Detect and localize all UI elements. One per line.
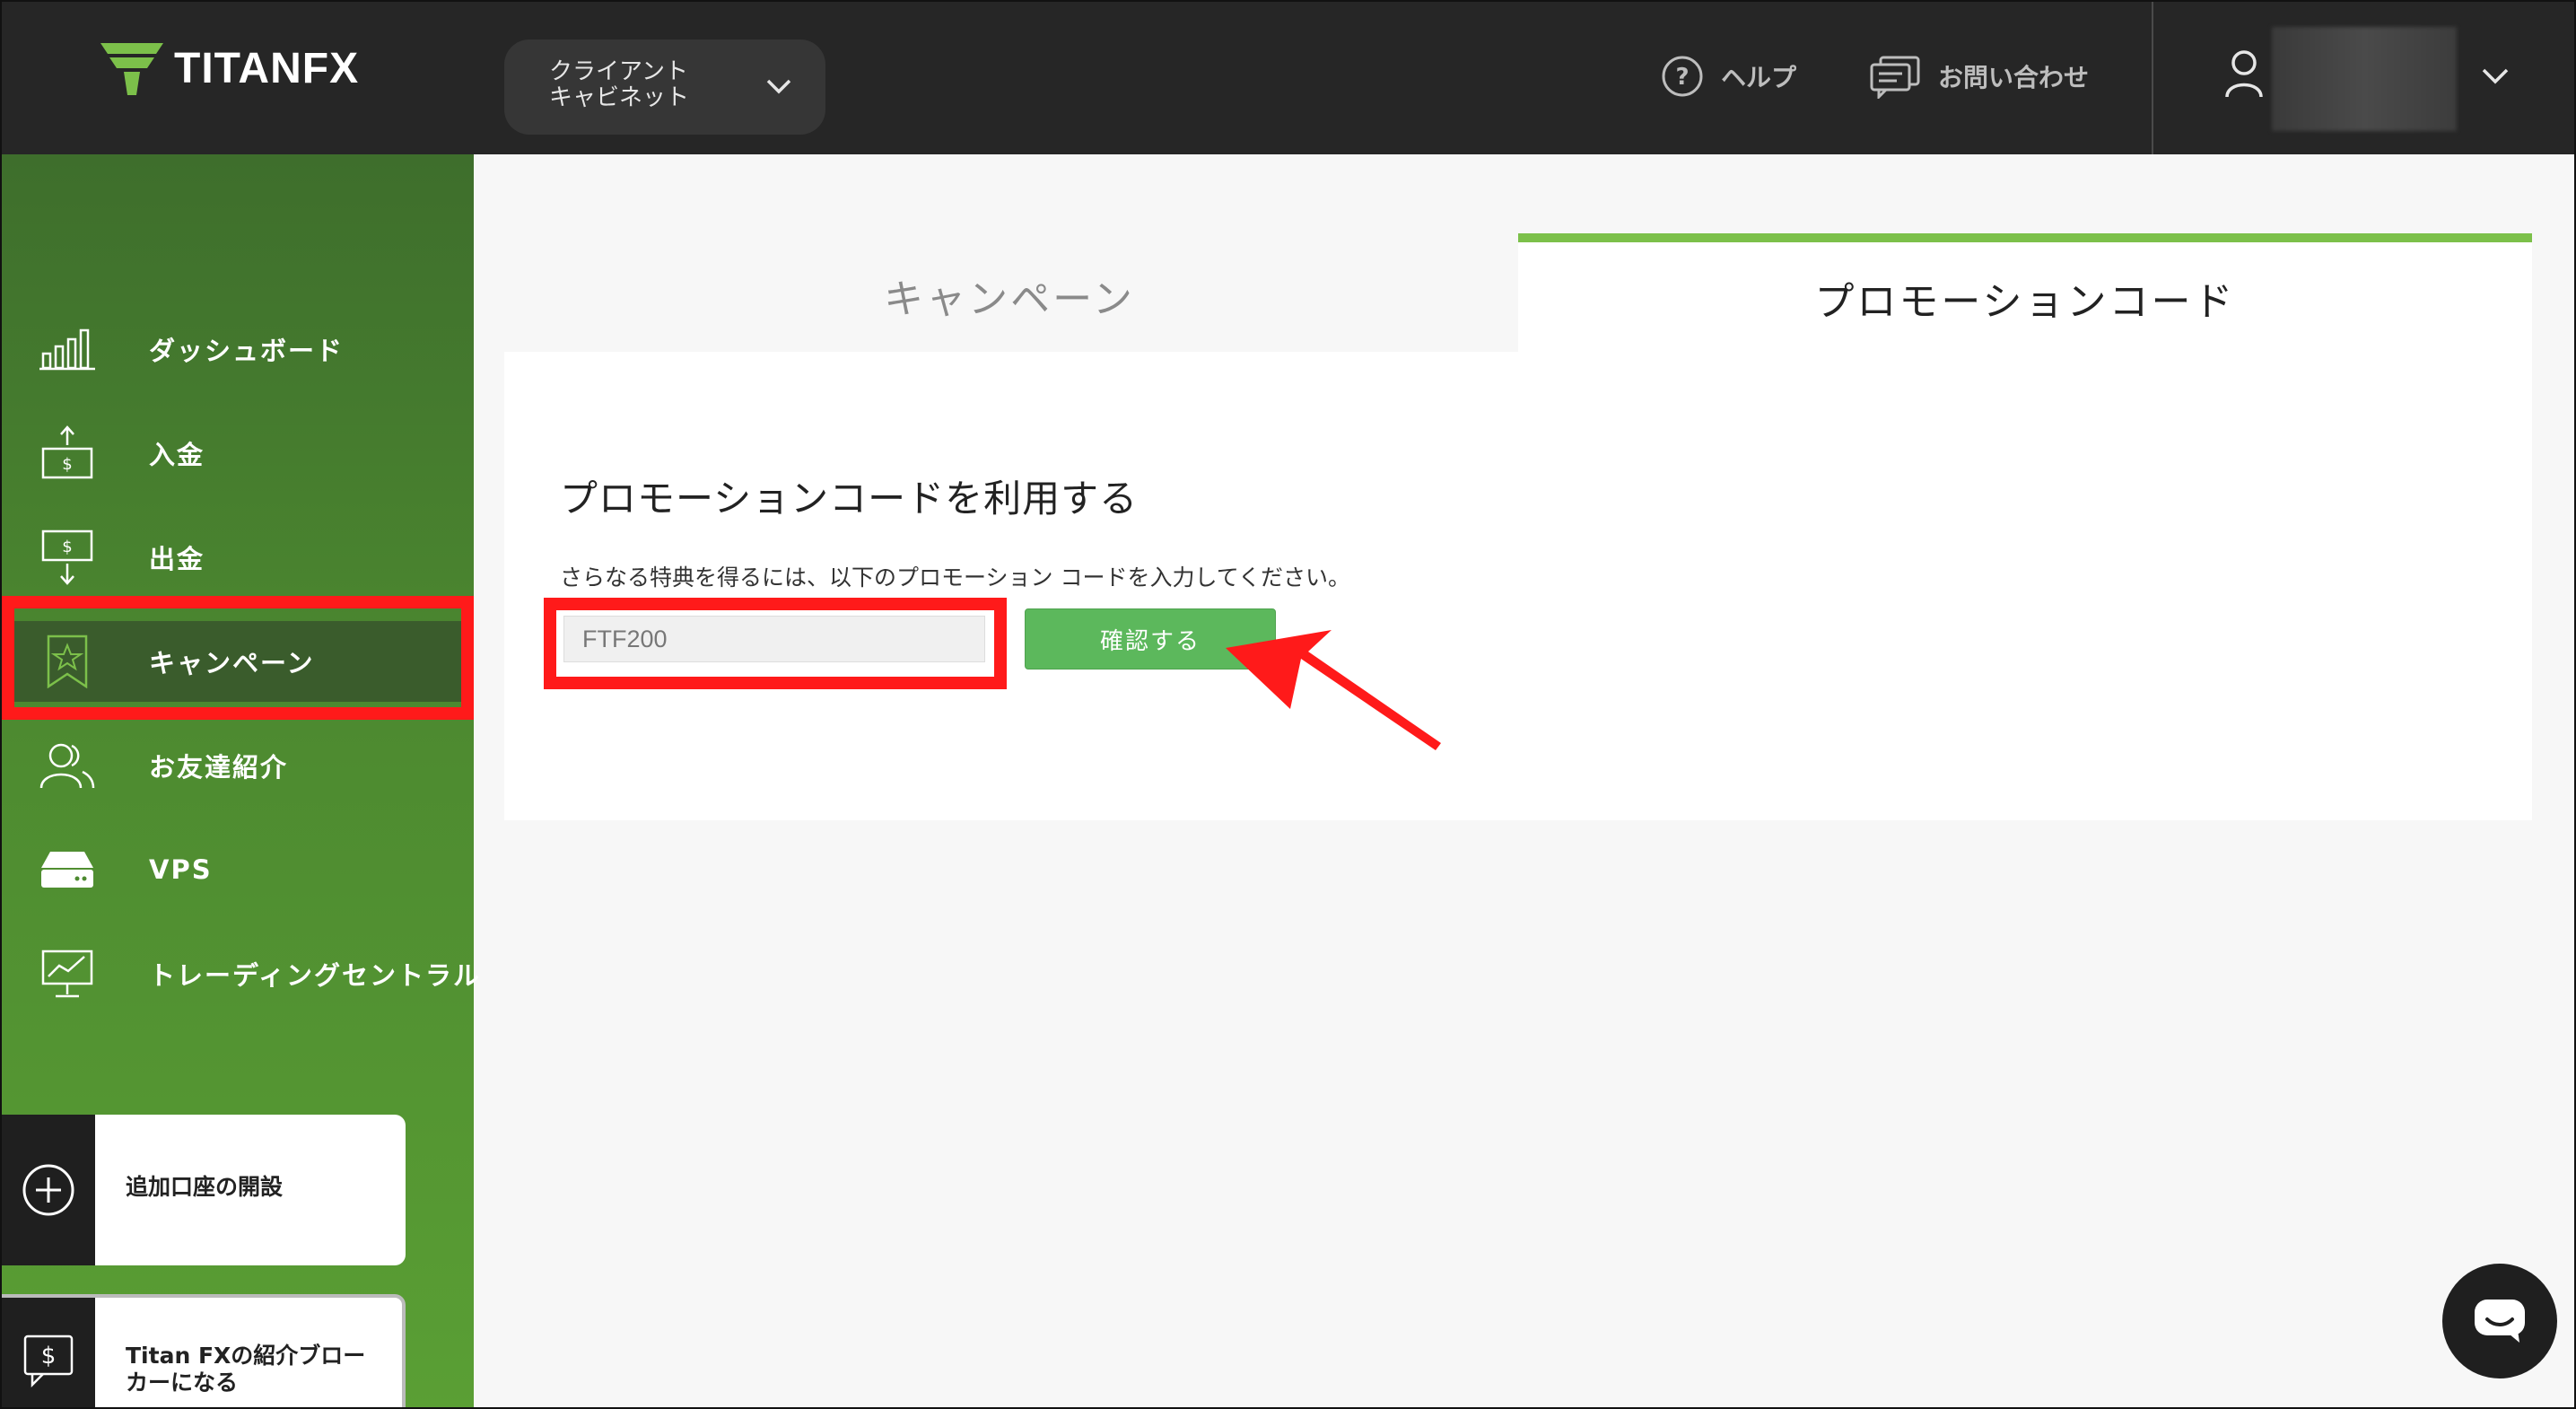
chevron-down-icon bbox=[766, 79, 791, 94]
help-link[interactable]: ? ヘルプ bbox=[1660, 54, 1796, 99]
sidebar-item-dashboard[interactable]: ダッシュボード bbox=[2, 309, 474, 389]
server-icon bbox=[38, 840, 97, 899]
sidebar-item-label: ダッシュボード bbox=[149, 336, 345, 366]
campaign-highlight-box bbox=[2, 596, 474, 720]
contact-link[interactable]: お問い合わせ bbox=[1868, 54, 2089, 99]
sidebar-item-vps[interactable]: VPS bbox=[2, 829, 474, 910]
bar-chart-icon bbox=[38, 319, 97, 379]
svg-text:$: $ bbox=[62, 538, 72, 556]
help-label: ヘルプ bbox=[1721, 63, 1797, 92]
card-label: Titan FXの紹介ブロー カーになる bbox=[126, 1343, 366, 1396]
sidebar: ダッシュボード $ 入金 $ 出金 キャンペーン お友達紹介 VPS トレーディ… bbox=[2, 154, 479, 1407]
sidebar-item-label: トレーディングセントラル bbox=[149, 960, 481, 991]
logo-text: TITANFX bbox=[174, 44, 360, 92]
monitor-chart-icon bbox=[38, 944, 97, 1003]
sidebar-item-label: お友達紹介 bbox=[149, 752, 289, 783]
card-icon-panel: $ bbox=[2, 1298, 95, 1407]
sidebar-item-label: VPS bbox=[149, 854, 213, 885]
svg-text:?: ? bbox=[1675, 64, 1689, 91]
titanfx-logo[interactable]: TITANFX bbox=[100, 39, 359, 97]
promo-title: プロモーションコードを利用する bbox=[560, 477, 1139, 521]
sidebar-item-label: 入金 bbox=[149, 440, 205, 470]
chat-bubble-icon bbox=[1870, 56, 1920, 99]
card-icon-panel bbox=[2, 1115, 95, 1265]
become-introducing-broker-card[interactable]: $ Titan FXの紹介ブロー カーになる bbox=[2, 1294, 406, 1407]
titan-shield-icon bbox=[100, 43, 163, 95]
open-additional-account-card[interactable]: 追加口座の開設 bbox=[2, 1115, 406, 1265]
chat-icon bbox=[2475, 1300, 2525, 1343]
tab-promotion-code[interactable]: プロモーションコード bbox=[1518, 233, 2532, 354]
sidebar-item-label: 出金 bbox=[149, 544, 205, 574]
top-header: TITANFX クライアント キャビネット ? ヘルプ お問い合わせ bbox=[2, 2, 2574, 154]
chat-widget-button[interactable] bbox=[2442, 1264, 2557, 1378]
card-label: 追加口座の開設 bbox=[126, 1174, 284, 1200]
dollar-chat-icon: $ bbox=[23, 1335, 74, 1388]
sidebar-item-trading-central[interactable]: トレーディングセントラル bbox=[2, 933, 479, 1014]
plus-circle-icon bbox=[22, 1164, 74, 1216]
svg-text:$: $ bbox=[62, 455, 72, 474]
user-icon[interactable] bbox=[2223, 48, 2265, 99]
header-divider bbox=[2152, 2, 2153, 154]
withdraw-icon: $ bbox=[38, 528, 97, 587]
promo-code-input[interactable] bbox=[563, 616, 985, 662]
red-arrow-annotation bbox=[1226, 630, 1441, 750]
promo-description: さらなる特典を得るには、以下のプロモーション コードを入力してください。 bbox=[560, 564, 1350, 591]
chevron-down-icon[interactable] bbox=[2480, 65, 2511, 88]
contact-label: お問い合わせ bbox=[1938, 63, 2090, 92]
tab-campaign[interactable]: キャンペーン bbox=[501, 237, 1518, 354]
sidebar-item-deposit[interactable]: $ 入金 bbox=[2, 413, 474, 494]
sidebar-item-withdraw[interactable]: $ 出金 bbox=[2, 517, 474, 598]
question-circle-icon: ? bbox=[1662, 56, 1703, 97]
users-icon bbox=[38, 736, 97, 795]
cabinet-label: クライアント キャビネット bbox=[549, 58, 690, 111]
deposit-icon: $ bbox=[38, 424, 97, 483]
sidebar-item-referral[interactable]: お友達紹介 bbox=[2, 725, 474, 806]
app-frame: TITANFX クライアント キャビネット ? ヘルプ お問い合わせ ダッシュボ… bbox=[0, 0, 2576, 1409]
client-cabinet-dropdown[interactable]: クライアント キャビネット bbox=[504, 39, 825, 135]
svg-text:$: $ bbox=[41, 1343, 57, 1370]
user-name-blurred bbox=[2272, 27, 2457, 131]
